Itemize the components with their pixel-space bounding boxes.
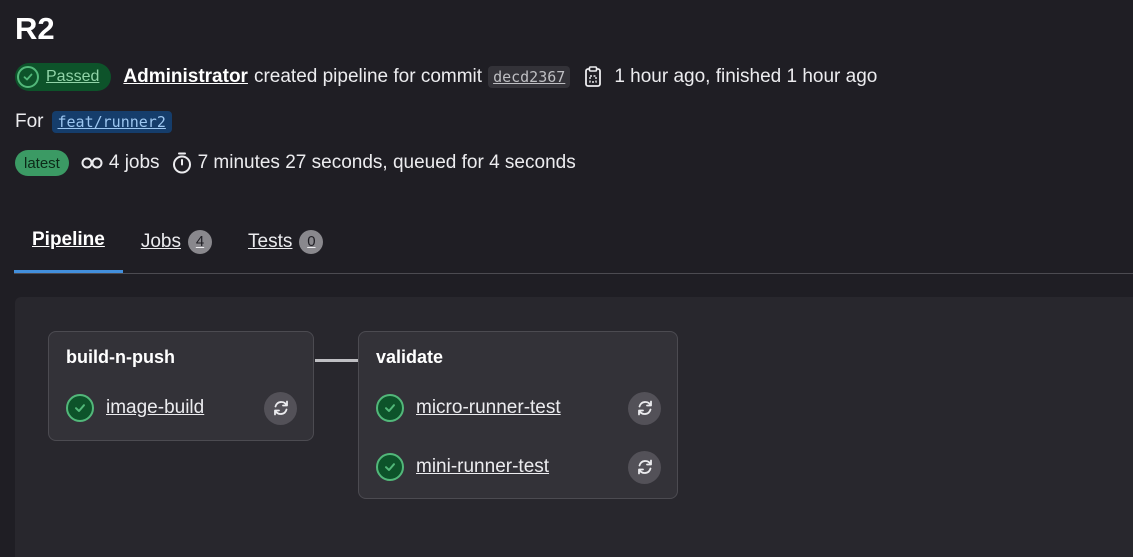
pipeline-header-row: Passed Administrator created pipeline fo…	[15, 63, 877, 91]
check-circle-icon[interactable]	[66, 394, 94, 422]
action-text: created pipeline for commit	[253, 66, 483, 87]
check-circle-icon	[17, 66, 39, 88]
for-label: For	[15, 111, 44, 132]
job-link[interactable]: image-build	[106, 397, 264, 419]
pipeline-meta-row: latest 4 jobs 7 minutes 27 seconds, queu…	[15, 149, 576, 177]
job-micro-runner-test: micro-runner-test	[376, 391, 661, 425]
commit-sha-link[interactable]: decd2367	[488, 66, 571, 88]
retry-icon[interactable]	[264, 391, 297, 425]
tab-tests-label: Tests	[248, 230, 293, 252]
stage-build-n-push: build-n-push image-build	[48, 331, 314, 441]
pipeline-jobs-icon	[81, 156, 103, 170]
copy-icon[interactable]	[584, 66, 602, 88]
tab-jobs-label: Jobs	[140, 230, 181, 252]
duration-text: 7 minutes 27 seconds, queued for 4 secon…	[197, 152, 576, 173]
timer-icon	[172, 152, 192, 174]
latest-badge: latest	[15, 150, 69, 176]
status-badge[interactable]: Passed	[15, 63, 112, 91]
timing-text: 1 hour ago, finished 1 hour ago	[614, 66, 878, 87]
job-link[interactable]: micro-runner-test	[416, 397, 628, 419]
job-link[interactable]: mini-runner-test	[416, 456, 628, 478]
tab-pipeline[interactable]: Pipeline	[14, 210, 123, 273]
status-label: Passed	[46, 68, 100, 85]
tab-tests-count: 0	[299, 229, 324, 254]
tab-tests[interactable]: Tests 0	[230, 210, 341, 273]
jobs-count: 4 jobs	[108, 152, 160, 173]
author-link[interactable]: Administrator	[123, 66, 248, 88]
check-circle-icon[interactable]	[376, 453, 404, 481]
ref-row: For feat/runner2	[15, 110, 172, 134]
stage-connector	[315, 359, 359, 362]
stage-title: build-n-push	[66, 347, 175, 367]
tab-jobs[interactable]: Jobs 4	[123, 210, 230, 273]
tab-jobs-count: 4	[188, 229, 212, 254]
stage-validate: validate micro-runner-test mini-runner-t…	[358, 331, 678, 499]
page-title: R2	[15, 11, 55, 46]
pipeline-tabs: Pipeline Jobs 4 Tests 0	[14, 210, 1133, 274]
branch-ref-link[interactable]: feat/runner2	[51, 111, 172, 133]
job-image-build: image-build	[66, 391, 297, 425]
tab-pipeline-label: Pipeline	[32, 229, 105, 250]
retry-icon[interactable]	[628, 391, 661, 425]
check-circle-icon[interactable]	[376, 394, 404, 422]
job-mini-runner-test: mini-runner-test	[376, 450, 661, 484]
pipeline-graph: build-n-push image-build validate micro-…	[15, 297, 1133, 557]
stage-title: validate	[376, 347, 444, 367]
retry-icon[interactable]	[628, 450, 661, 484]
